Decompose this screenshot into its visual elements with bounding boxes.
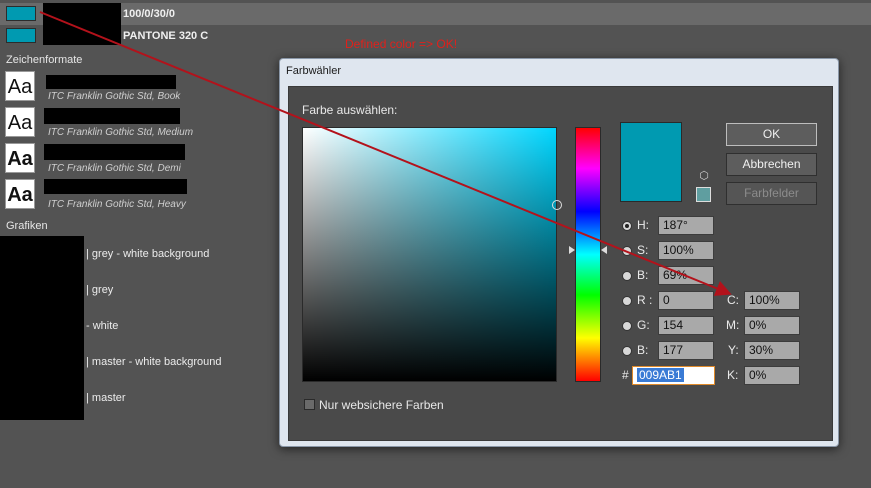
saturation-label: S: bbox=[637, 243, 649, 257]
web-cube-icon: ⬡ bbox=[699, 170, 709, 182]
swatches-button[interactable]: Farbfelder bbox=[726, 182, 817, 205]
hex-value: 009AB1 bbox=[637, 368, 684, 382]
blue-label: B: bbox=[637, 343, 649, 357]
color-label: PANTONE 320 C bbox=[123, 30, 209, 42]
yellow-field[interactable]: 30% bbox=[744, 341, 800, 360]
annotation-text: Defined color => OK! bbox=[345, 37, 458, 51]
saturation-field[interactable]: 100% bbox=[658, 241, 714, 260]
color-picker-dialog: Farbwähler Farbe auswählen: ⬡ OK Abbrech… bbox=[279, 58, 839, 447]
graphic-item-label[interactable]: | grey bbox=[86, 284, 113, 296]
graphics-heading: Grafiken bbox=[6, 220, 48, 232]
red-field[interactable]: 0 bbox=[658, 291, 714, 310]
char-styles-heading: Zeichenformate bbox=[6, 54, 83, 66]
radio-hue[interactable] bbox=[622, 221, 632, 231]
slider-handle-right-icon[interactable] bbox=[601, 246, 607, 254]
font-name: ITC Franklin Gothic Std, Heavy bbox=[48, 199, 186, 210]
radio-red[interactable] bbox=[622, 296, 632, 306]
radio-blue[interactable] bbox=[622, 346, 632, 356]
graphic-item-label[interactable]: | master - white background bbox=[86, 356, 222, 368]
radio-green[interactable] bbox=[622, 321, 632, 331]
font-preview-icon: Aa bbox=[5, 107, 35, 137]
magenta-label: M: bbox=[726, 318, 740, 332]
color-swatch bbox=[6, 28, 36, 43]
cyan-field[interactable]: 100% bbox=[744, 291, 800, 310]
color-field-marker[interactable] bbox=[552, 200, 562, 210]
font-name: ITC Franklin Gothic Std, Medium bbox=[48, 127, 194, 138]
hue-slider[interactable] bbox=[575, 127, 601, 382]
green-field[interactable]: 154 bbox=[658, 316, 714, 335]
graphic-item-label[interactable]: - white bbox=[86, 320, 118, 332]
color-field[interactable] bbox=[302, 127, 557, 382]
font-name: ITC Franklin Gothic Std, Book bbox=[48, 91, 181, 102]
redacted-block bbox=[43, 25, 121, 45]
redacted-thumbnails bbox=[0, 236, 84, 420]
redacted-block bbox=[43, 3, 121, 25]
black-label: K: bbox=[727, 368, 739, 382]
pick-color-label: Farbe auswählen: bbox=[302, 103, 398, 117]
cyan-label: C: bbox=[727, 293, 739, 307]
dialog-body: Farbe auswählen: ⬡ OK Abbrechen Farbfeld… bbox=[288, 86, 833, 441]
graphic-item-label[interactable]: | master bbox=[86, 392, 126, 404]
color-label: 100/0/30/0 bbox=[123, 8, 175, 20]
cancel-button[interactable]: Abbrechen bbox=[726, 153, 817, 176]
font-name: ITC Franklin Gothic Std, Demi bbox=[48, 163, 181, 174]
hue-label: H: bbox=[637, 218, 649, 232]
font-preview-icon: Aa bbox=[5, 143, 35, 173]
web-only-checkbox[interactable] bbox=[304, 399, 315, 410]
redacted-block bbox=[44, 108, 180, 124]
font-preview-icon: Aa bbox=[5, 179, 35, 209]
hex-field[interactable]: 009AB1 bbox=[632, 366, 715, 385]
brightness-label: B: bbox=[637, 268, 649, 282]
slider-handle-left-icon[interactable] bbox=[569, 246, 575, 254]
yellow-label: Y: bbox=[728, 343, 739, 357]
magenta-field[interactable]: 0% bbox=[744, 316, 800, 335]
ok-button[interactable]: OK bbox=[726, 123, 817, 146]
green-label: G: bbox=[637, 318, 650, 332]
black-field[interactable]: 0% bbox=[744, 366, 800, 385]
library-color-row-1[interactable]: 100/0/30/0 bbox=[0, 3, 871, 25]
redacted-block bbox=[46, 75, 176, 89]
radio-brightness[interactable] bbox=[622, 271, 632, 281]
hex-prefix: # bbox=[622, 368, 629, 382]
dialog-title: Farbwähler bbox=[286, 65, 342, 77]
blue-field[interactable]: 177 bbox=[658, 341, 714, 360]
graphic-item-label[interactable]: | grey - white background bbox=[86, 248, 209, 260]
radio-saturation[interactable] bbox=[622, 246, 632, 256]
redacted-block bbox=[44, 179, 187, 194]
web-safe-swatch[interactable] bbox=[696, 187, 711, 202]
hue-field[interactable]: 187° bbox=[658, 216, 714, 235]
brightness-field[interactable]: 69% bbox=[658, 266, 714, 285]
red-label: R : bbox=[637, 293, 653, 307]
font-preview-icon: Aa bbox=[5, 71, 35, 101]
web-only-label: Nur websichere Farben bbox=[319, 398, 444, 412]
current-color-preview bbox=[620, 122, 682, 202]
color-swatch bbox=[6, 6, 36, 21]
redacted-block bbox=[44, 144, 185, 160]
